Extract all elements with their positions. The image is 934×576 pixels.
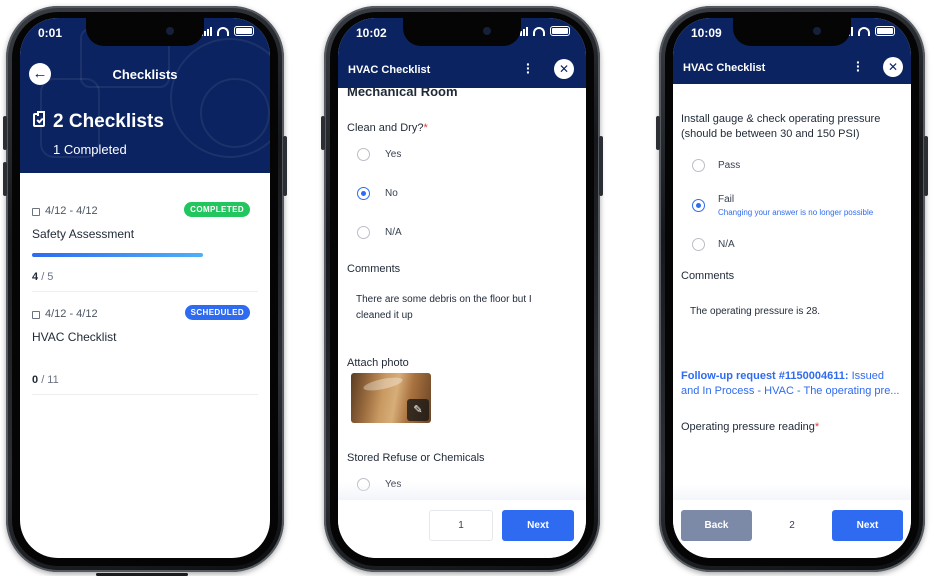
notch (86, 18, 204, 46)
card-title: Safety Assessment (32, 227, 135, 241)
pencil-icon[interactable]: ✎ (407, 399, 429, 421)
option-label: Fail (718, 194, 735, 205)
followup-link[interactable]: Follow-up request #1150004611: (681, 370, 849, 382)
notch (403, 18, 521, 46)
card-progress-count: 4 / 5 (32, 271, 53, 283)
checklists-count: 2 Checklists (53, 111, 164, 132)
radio-fail[interactable] (692, 199, 705, 212)
comments-label: Comments (347, 263, 401, 275)
photo-thumbnail[interactable]: ✎ (351, 373, 431, 423)
calendar-icon (32, 311, 40, 319)
screen: 10:09 HVAC Checklist · · · ✕ Install gauge… (673, 18, 911, 558)
wifi-icon (858, 26, 870, 36)
status-time: 0:01 (38, 26, 63, 40)
checklist-card[interactable]: 4/12 - 4/12 SCHEDULED HVAC Checklist 0 /… (32, 299, 258, 395)
page-number: 2 (761, 510, 823, 541)
checklist-card[interactable]: 4/12 - 4/12 COMPLETED Safety Assessment … (32, 196, 258, 292)
done-count: 0 (32, 374, 39, 386)
radio-pass[interactable] (692, 159, 705, 172)
attach-photo-label: Attach photo (347, 357, 409, 369)
status-icons (201, 26, 254, 36)
page-number: 1 (429, 510, 493, 541)
battery-icon (550, 26, 570, 36)
completed-count: 1 Completed (53, 142, 127, 157)
calendar-icon (32, 208, 40, 216)
total-count: / 11 (41, 374, 59, 386)
status-badge: SCHEDULED (184, 305, 250, 320)
side-button (599, 136, 603, 196)
status-time: 10:09 (691, 26, 722, 40)
page-title: HVAC Checklist (683, 62, 766, 74)
required-mark: * (423, 122, 428, 134)
total-count: / 5 (41, 271, 54, 283)
header-decoration (200, 78, 270, 148)
radio-na[interactable] (692, 238, 705, 251)
status-time: 10:02 (356, 26, 387, 40)
clipboard-check-icon (33, 111, 45, 127)
phone-hvac-page2: 10:09 HVAC Checklist · · · ✕ Install gauge… (656, 6, 928, 572)
card-dates: 4/12 - 4/12 (45, 205, 98, 217)
next-button[interactable]: Next (832, 510, 903, 541)
question-label: Clean and Dry?* (347, 122, 428, 134)
required-mark: * (814, 421, 820, 433)
more-vertical-icon[interactable]: · · · (526, 57, 531, 79)
option-label: Pass (718, 160, 741, 171)
option-label: No (385, 188, 398, 199)
option-label: N/A (718, 239, 735, 250)
side-button (283, 136, 287, 196)
screen: 0:01 ← Checklists 2 Checklists 1 Complet… (20, 18, 270, 558)
wifi-icon (217, 26, 229, 36)
close-icon[interactable]: ✕ (883, 57, 903, 77)
notch (733, 18, 851, 46)
battery-icon (234, 26, 254, 36)
progress-bar (32, 253, 203, 257)
phone-checklists: 0:01 ← Checklists 2 Checklists 1 Complet… (3, 6, 287, 572)
comments-label: Comments (681, 270, 735, 282)
question-text: Clean and Dry? (347, 122, 424, 134)
comments-field[interactable]: There are some debris on the floor but I… (356, 292, 556, 324)
close-icon[interactable]: ✕ (554, 59, 574, 79)
followup-request[interactable]: Follow-up request #1150004611: Issued an… (681, 369, 903, 399)
option-label: N/A (385, 227, 402, 238)
wifi-icon (533, 26, 545, 36)
card-title: HVAC Checklist (32, 330, 117, 344)
side-button (3, 162, 7, 196)
side-button (924, 136, 928, 196)
photo-glare (362, 374, 404, 394)
radio-no[interactable] (357, 187, 370, 200)
status-icons (517, 26, 570, 36)
side-button (321, 116, 325, 150)
pager-footer: Back 2 Next (673, 500, 911, 558)
comments-field[interactable]: The operating pressure is 28. (690, 306, 820, 317)
done-count: 4 (32, 271, 39, 283)
screen: Mechanical Room 10:02 HVAC Checklist · · ·… (338, 18, 586, 558)
card-dates: 4/12 - 4/12 (45, 308, 98, 320)
more-vertical-icon[interactable]: · · · (856, 55, 861, 77)
option-label: Yes (385, 149, 402, 160)
phone-hvac-page1: Mechanical Room 10:02 HVAC Checklist · · ·… (321, 6, 603, 572)
card-progress-count: 0 / 11 (32, 374, 59, 386)
reading-text: Operating pressure reading (681, 421, 815, 433)
side-button (656, 116, 660, 150)
radio-yes[interactable] (357, 148, 370, 161)
page-title: HVAC Checklist (348, 64, 431, 76)
page-title: Checklists (112, 67, 178, 82)
question-label: Install gauge & check operating pressure… (681, 113, 881, 140)
pager-footer: 1 Next (338, 500, 586, 558)
question-label: Stored Refuse or Chemicals (347, 452, 485, 464)
side-button (3, 116, 7, 150)
fail-note: Changing your answer is no longer possib… (718, 208, 874, 217)
radio-na[interactable] (357, 226, 370, 239)
battery-icon (875, 26, 895, 36)
next-button[interactable]: Next (502, 510, 574, 541)
status-badge: COMPLETED (184, 202, 250, 217)
reading-label: Operating pressure reading* (681, 421, 819, 433)
back-button[interactable]: Back (681, 510, 752, 541)
